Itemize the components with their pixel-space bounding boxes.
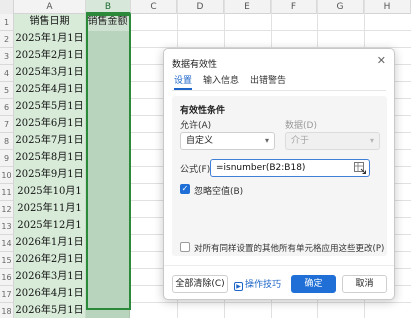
formula-value: =isnumber(B2:B18) [216, 163, 306, 173]
date-cell[interactable]: 2025年8月1日 [14, 150, 86, 167]
row-header[interactable]: 11 [0, 184, 14, 201]
tab-error-alert[interactable]: 出错警告 [250, 73, 286, 86]
ignore-blank-label: 忽略空值(B) [194, 187, 244, 197]
validation-settings-panel: 有效性条件 允许(A) 自定义 ▾ 数据(D) 介于 ▾ 公式(F) =isnu… [172, 96, 387, 256]
data-validation-dialog: 数据有效性 ✕ 设置 输入信息 出错警告 有效性条件 允许(A) 自定义 ▾ 数… [163, 48, 395, 300]
tips-link[interactable]: ▶ 操作技巧 [234, 277, 281, 291]
ignore-blank-checkbox[interactable]: ✓ [180, 184, 190, 194]
section-title: 有效性条件 [180, 106, 226, 116]
row-header[interactable]: 12 [0, 201, 14, 218]
amount-cell[interactable] [86, 167, 130, 184]
row-header[interactable]: 2 [0, 31, 14, 48]
amount-cell[interactable] [86, 116, 130, 133]
date-cell[interactable]: 2025年10月1日 [14, 184, 86, 213]
column-header-d[interactable]: D [177, 0, 224, 14]
date-cell[interactable]: 2025年7月1日 [14, 133, 86, 150]
amount-cell[interactable] [86, 99, 130, 116]
tab-input-message[interactable]: 输入信息 [203, 73, 239, 86]
play-icon: ▶ [234, 282, 243, 291]
allow-select[interactable]: 自定义 ▾ [180, 132, 275, 150]
chevron-down-icon: ▾ [369, 136, 374, 145]
amount-cell[interactable] [86, 235, 130, 252]
amount-cell[interactable] [86, 82, 130, 99]
column-header-g[interactable]: G [317, 0, 364, 14]
row-header[interactable]: 17 [0, 286, 14, 303]
row-header[interactable]: 7 [0, 116, 14, 133]
date-cell[interactable]: 2026年1月1日 [14, 235, 86, 252]
apply-all-checkbox[interactable] [180, 242, 190, 252]
table-row: 销售日期 销售金额 [14, 14, 411, 31]
row-header[interactable]: 15 [0, 252, 14, 269]
row-header[interactable]: 3 [0, 48, 14, 65]
column-header-h[interactable]: H [364, 0, 411, 14]
date-cell[interactable]: 2025年12月1日 [14, 218, 86, 247]
amount-cell[interactable] [86, 65, 130, 82]
dialog-title: 数据有效性 [172, 60, 218, 70]
date-cell[interactable]: 2025年1月1日 [14, 31, 86, 48]
amount-cell[interactable] [86, 31, 130, 48]
column-header-b[interactable]: B [86, 0, 131, 14]
date-cell[interactable]: 2025年6月1日 [14, 116, 86, 133]
date-cell[interactable]: 2025年11月1日 [14, 201, 86, 230]
date-cell[interactable]: 2025年2月1日 [14, 48, 86, 65]
amount-cell[interactable] [86, 303, 130, 318]
table-row: 2026年5月1日 [14, 303, 411, 318]
row-header[interactable]: 14 [0, 235, 14, 252]
date-cell[interactable]: 2025年4月1日 [14, 82, 86, 99]
date-cell[interactable]: 2026年4月1日 [14, 286, 86, 303]
row-header[interactable]: 6 [0, 99, 14, 116]
date-cell[interactable]: 2025年5月1日 [14, 99, 86, 116]
amount-cell[interactable] [86, 201, 130, 218]
allow-label: 允许(A) [180, 121, 212, 131]
amount-cell[interactable] [86, 150, 130, 167]
amount-cell[interactable] [86, 269, 130, 286]
amount-cell[interactable] [86, 218, 130, 235]
column-header-a[interactable]: A [14, 0, 86, 14]
column-header-e[interactable]: E [224, 0, 271, 14]
table-row: 2025年1月1日 [14, 31, 411, 48]
amount-cell[interactable] [86, 252, 130, 269]
column-header-f[interactable]: F [271, 0, 317, 14]
row-header[interactable]: 9 [0, 150, 14, 167]
header-cell-sales-amount[interactable]: 销售金额 [86, 14, 130, 31]
data-select[interactable]: 介于 ▾ [285, 132, 380, 150]
amount-cell[interactable] [86, 48, 130, 65]
column-header-c[interactable]: C [131, 0, 177, 14]
chevron-down-icon: ▾ [264, 136, 269, 145]
clear-all-button[interactable]: 全部清除(C) [172, 275, 228, 293]
row-header[interactable]: 8 [0, 133, 14, 150]
column-header-row: A B C D E F G H [0, 0, 411, 14]
apply-all-label: 对所有同样设置的其他所有单元格应用这些更改(P) [194, 244, 385, 254]
tab-settings[interactable]: 设置 [174, 73, 193, 90]
row-header[interactable]: 16 [0, 269, 14, 286]
tabs-divider [172, 90, 386, 91]
formula-input[interactable]: =isnumber(B2:B18) [210, 159, 370, 177]
ok-button[interactable]: 确定 [291, 275, 336, 293]
footer-divider [164, 265, 394, 266]
row-header[interactable]: 18 [0, 303, 14, 318]
select-all-corner[interactable] [0, 0, 14, 14]
amount-cell[interactable] [86, 184, 130, 201]
data-select-value: 介于 [291, 136, 310, 146]
row-header[interactable]: 1 [0, 14, 14, 31]
date-cell[interactable]: 2025年3月1日 [14, 65, 86, 82]
row-header[interactable]: 4 [0, 65, 14, 82]
date-cell[interactable]: 2026年2月1日 [14, 252, 86, 269]
date-cell[interactable]: 2026年3月1日 [14, 269, 86, 286]
range-select-icon[interactable] [354, 162, 366, 174]
amount-cell[interactable] [86, 133, 130, 150]
tips-link-label: 操作技巧 [245, 280, 282, 290]
cancel-button[interactable]: 取消 [342, 275, 387, 293]
amount-cell[interactable] [86, 286, 130, 303]
allow-select-value: 自定义 [186, 136, 214, 146]
date-cell[interactable]: 2026年5月1日 [14, 303, 86, 318]
row-header[interactable]: 13 [0, 218, 14, 235]
data-label: 数据(D) [285, 121, 317, 131]
row-header[interactable]: 5 [0, 82, 14, 99]
row-header[interactable]: 10 [0, 167, 14, 184]
formula-label: 公式(F) [180, 165, 211, 175]
header-cell-sales-date[interactable]: 销售日期 [14, 14, 86, 31]
close-icon[interactable]: ✕ [377, 54, 386, 67]
date-cell[interactable]: 2025年9月1日 [14, 167, 86, 184]
